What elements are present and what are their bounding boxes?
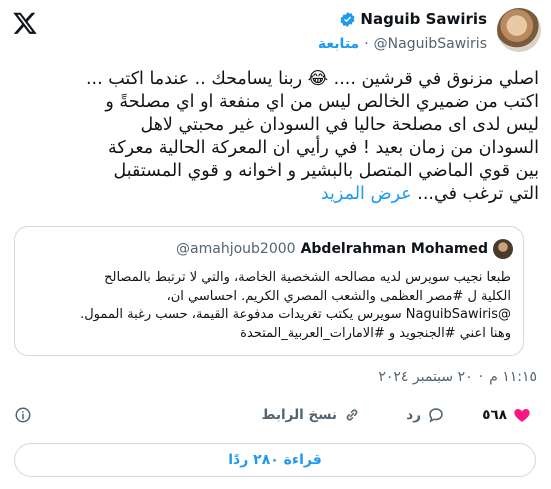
- copy-link-button[interactable]: نسخ الرابط: [262, 406, 361, 424]
- tweet-line: السودان من زمان بعيد ! في رأيي ان المعرك…: [107, 138, 539, 158]
- timestamp-time: ١١:١٥ م: [489, 369, 537, 385]
- x-logo-icon[interactable]: [12, 10, 38, 36]
- author-avatar[interactable]: [497, 8, 541, 52]
- follow-link[interactable]: متابعة: [318, 36, 359, 52]
- tweet-text: اصلي مزنوق في قرشين .... 😂 ربنا يسامحك .…: [14, 68, 539, 206]
- quoted-line: الكلية ل #مصر العظمى والشعب المصري الكري…: [166, 288, 511, 304]
- quoted-author-row: Abdelrahman Mohamed @amahjoub2000: [176, 239, 513, 259]
- tweet-line: اكتب من ضميري الخالص ليس من اي منفعة او …: [105, 92, 539, 112]
- quoted-tweet[interactable]: Abdelrahman Mohamed @amahjoub2000 طبعا ن…: [14, 226, 524, 356]
- handle-row: @NaguibSawiris · متابعة: [318, 36, 487, 52]
- separator-dot: ·: [364, 36, 369, 52]
- tweet-line-end: التي ترغب في...: [417, 184, 539, 204]
- info-button[interactable]: [14, 406, 32, 424]
- action-bar: ٥٦٨ رد نسخ الرابط: [0, 404, 551, 432]
- copy-link-label: نسخ الرابط: [261, 407, 337, 423]
- verified-badge-icon: [340, 11, 355, 27]
- timestamp-dot: ·: [478, 369, 484, 385]
- reply-bubble-icon: [429, 408, 443, 423]
- read-replies-button[interactable]: قراءة ٢٨٠ ردًا: [14, 443, 536, 477]
- like-count: ٥٦٨: [482, 407, 507, 423]
- timestamp-date: ٢٠ سبتمبر ٢٠٢٤: [378, 369, 473, 385]
- tweet-line: بين قوي الماضي المتصل بالبشير و اخوانه و…: [113, 161, 539, 181]
- quoted-author-avatar: [493, 239, 513, 259]
- author-name-row[interactable]: Naguib Sawiris: [339, 10, 487, 28]
- reply-label: رد: [406, 407, 421, 423]
- quoted-line: وهنا اعني #الجنجويد و #الامارات_العربية_…: [240, 325, 511, 341]
- tweet-last-line: التي ترغب في... عرض المزيد: [14, 183, 539, 206]
- link-icon: [346, 409, 358, 421]
- author-handle[interactable]: @NaguibSawiris: [374, 36, 487, 52]
- reply-button[interactable]: رد: [406, 406, 445, 424]
- quoted-line: @NaguibSawiris سويرس يكتب تغريدات مدفوعة…: [80, 307, 511, 322]
- quoted-author-handle: @amahjoub2000: [176, 241, 296, 257]
- show-more-link[interactable]: عرض المزيد: [321, 184, 412, 204]
- tweet-timestamp[interactable]: ١١:١٥ م · ٢٠ سبتمبر ٢٠٢٤: [378, 369, 537, 385]
- tweet-line: اصلي مزنوق في قرشين .... 😂 ربنا يسامحك .…: [85, 69, 539, 89]
- quoted-text: طبعا نجيب سويرس لديه مصالحه الشخصية الخا…: [27, 269, 511, 343]
- quoted-author-name: Abdelrahman Mohamed: [300, 241, 488, 257]
- tweet-line: ليس لدى اى مصلحة حاليا في السودان غير مح…: [140, 115, 539, 135]
- tweet-card: Naguib Sawiris @NaguibSawiris · متابعة ا…: [0, 0, 551, 489]
- author-name[interactable]: Naguib Sawiris: [360, 10, 487, 28]
- like-button[interactable]: ٥٦٨: [482, 406, 531, 424]
- info-icon: [15, 407, 31, 423]
- heart-icon: [514, 409, 530, 422]
- quoted-line: طبعا نجيب سويرس لديه مصالحه الشخصية الخا…: [104, 270, 511, 285]
